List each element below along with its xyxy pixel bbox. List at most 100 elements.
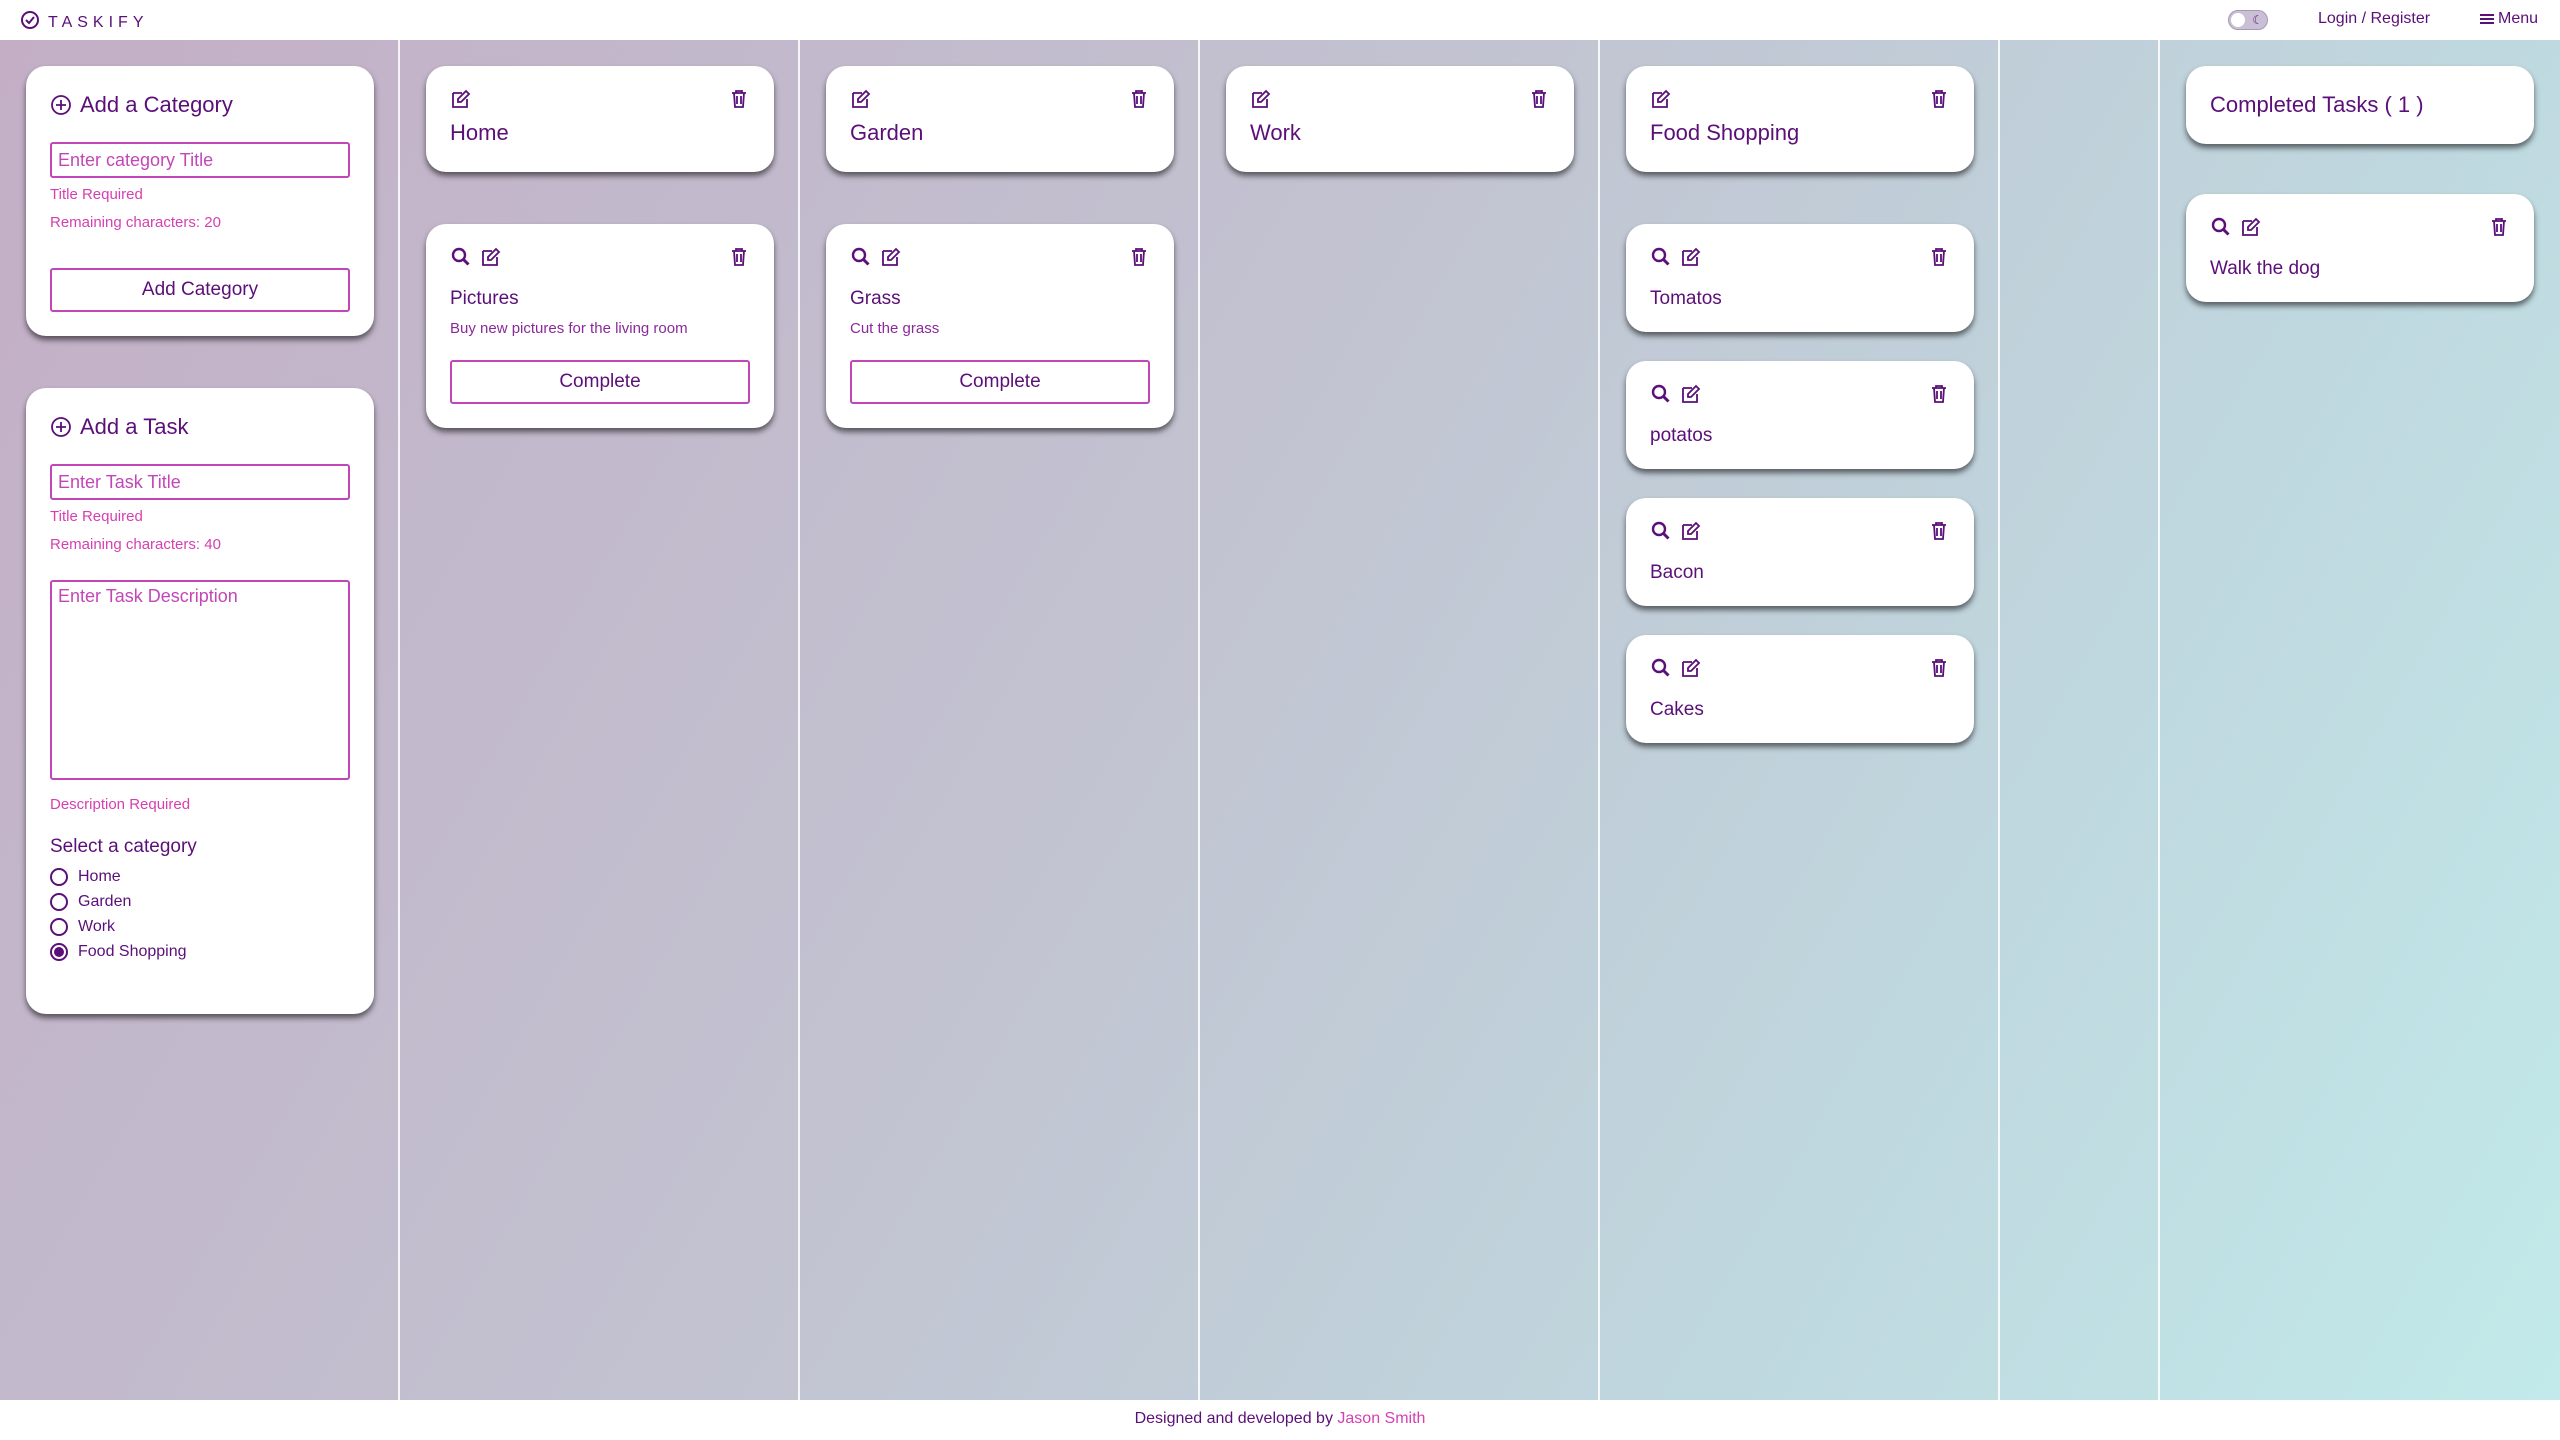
- task-card: Bacon: [1626, 498, 1974, 606]
- column-divider: [2158, 40, 2160, 1400]
- trash-icon[interactable]: [1928, 383, 1950, 405]
- trash-icon[interactable]: [1128, 88, 1150, 110]
- trash-icon[interactable]: [728, 88, 750, 110]
- completed-task-card: Walk the dog: [2186, 194, 2534, 302]
- add-task-card: Add a Task Title Required Remaining char…: [26, 388, 374, 1014]
- radio-label: Home: [78, 868, 121, 885]
- search-icon[interactable]: [1650, 520, 1672, 542]
- check-circle-icon: [20, 10, 40, 35]
- task-title: Pictures: [450, 288, 519, 309]
- column-divider: [1598, 40, 1600, 1400]
- edit-icon[interactable]: [1680, 657, 1702, 679]
- trash-icon[interactable]: [1528, 88, 1550, 110]
- toggle-knob: [2231, 13, 2245, 27]
- task-remaining-chars: Remaining characters: 40: [50, 536, 221, 553]
- task-card: Grass Cut the grass Complete: [826, 224, 1174, 428]
- logo-text: TASKIFY: [48, 13, 149, 31]
- search-icon[interactable]: [1650, 657, 1672, 679]
- trash-icon[interactable]: [1928, 657, 1950, 679]
- hamburger-icon: [2480, 12, 2494, 26]
- trash-icon[interactable]: [1128, 246, 1150, 268]
- edit-icon[interactable]: [1250, 88, 1272, 110]
- column-divider: [398, 40, 400, 1400]
- completed-tasks-title: Completed Tasks ( 1 ): [2210, 92, 2424, 117]
- radio-button[interactable]: [50, 893, 68, 911]
- task-title: potatos: [1650, 425, 1713, 446]
- edit-icon[interactable]: [1680, 520, 1702, 542]
- search-icon[interactable]: [2210, 216, 2232, 238]
- task-description: Buy new pictures for the living room: [450, 320, 688, 337]
- logo[interactable]: TASKIFY: [20, 10, 149, 35]
- edit-icon[interactable]: [2240, 216, 2262, 238]
- category-radio-work[interactable]: Work: [50, 918, 115, 936]
- completed-tasks-header: Completed Tasks ( 1 ): [2186, 66, 2534, 144]
- radio-button-selected[interactable]: [50, 943, 68, 961]
- complete-button[interactable]: Complete: [850, 360, 1150, 404]
- category-title: Food Shopping: [1650, 120, 1800, 145]
- trash-icon[interactable]: [728, 246, 750, 268]
- radio-button[interactable]: [50, 868, 68, 886]
- category-radio-home[interactable]: Home: [50, 868, 121, 886]
- add-category-button[interactable]: Add Category: [50, 268, 350, 312]
- plus-circle-icon: [50, 416, 72, 438]
- category-card-home: Home: [426, 66, 774, 172]
- task-description-error: Description Required: [50, 796, 191, 813]
- moon-icon: ☾: [2252, 13, 2263, 27]
- trash-icon[interactable]: [1928, 88, 1950, 110]
- radio-label: Food Shopping: [78, 943, 187, 960]
- search-icon[interactable]: [1650, 383, 1672, 405]
- task-description-input[interactable]: [50, 580, 350, 780]
- author-link[interactable]: Jason Smith: [1337, 1410, 1425, 1427]
- trash-icon[interactable]: [1928, 520, 1950, 542]
- task-title: Grass: [850, 288, 901, 309]
- add-category-title: Add a Category: [80, 92, 233, 117]
- category-title: Work: [1250, 120, 1301, 145]
- edit-icon[interactable]: [450, 88, 472, 110]
- edit-icon[interactable]: [1650, 88, 1672, 110]
- select-category-label: Select a category: [50, 836, 197, 857]
- task-title: Bacon: [1650, 562, 1704, 583]
- task-card: Pictures Buy new pictures for the living…: [426, 224, 774, 428]
- task-title: Walk the dog: [2210, 258, 2321, 279]
- column-divider: [1998, 40, 2000, 1400]
- task-card: Tomatos: [1626, 224, 1974, 332]
- search-icon[interactable]: [450, 246, 472, 268]
- task-title: Cakes: [1650, 699, 1704, 720]
- add-task-title: Add a Task: [80, 414, 189, 439]
- edit-icon[interactable]: [850, 88, 872, 110]
- menu-button[interactable]: Menu: [2480, 10, 2538, 28]
- menu-label: Menu: [2498, 10, 2539, 27]
- search-icon[interactable]: [1650, 246, 1672, 268]
- edit-icon[interactable]: [880, 246, 902, 268]
- radio-button[interactable]: [50, 918, 68, 936]
- category-title-input[interactable]: [50, 142, 350, 178]
- category-remaining-chars: Remaining characters: 20: [50, 214, 221, 231]
- category-card-garden: Garden: [826, 66, 1174, 172]
- plus-circle-icon: [50, 94, 72, 116]
- category-radio-garden[interactable]: Garden: [50, 893, 131, 911]
- complete-button[interactable]: Complete: [450, 360, 750, 404]
- task-board: Add a Category Title Required Remaining …: [0, 40, 2560, 1400]
- category-title: Garden: [850, 120, 924, 145]
- add-category-card: Add a Category Title Required Remaining …: [26, 66, 374, 336]
- column-divider: [798, 40, 800, 1400]
- search-icon[interactable]: [850, 246, 872, 268]
- trash-icon[interactable]: [1928, 246, 1950, 268]
- edit-icon[interactable]: [1680, 383, 1702, 405]
- radio-label: Garden: [78, 893, 132, 910]
- category-radio-food-shopping[interactable]: Food Shopping: [50, 943, 187, 961]
- category-card-work: Work: [1226, 66, 1574, 172]
- category-card-food-shopping: Food Shopping: [1626, 66, 1974, 172]
- top-bar: TASKIFY ☾ Login / Register Menu: [0, 0, 2560, 40]
- edit-icon[interactable]: [1680, 246, 1702, 268]
- footer-text: Designed and developed by: [1134, 1410, 1333, 1427]
- trash-icon[interactable]: [2488, 216, 2510, 238]
- task-title-input[interactable]: [50, 464, 350, 500]
- edit-icon[interactable]: [480, 246, 502, 268]
- category-title: Home: [450, 120, 509, 145]
- radio-label: Work: [78, 918, 116, 935]
- theme-toggle[interactable]: ☾: [2228, 10, 2268, 30]
- task-card: Cakes: [1626, 635, 1974, 743]
- login-register-link[interactable]: Login / Register: [2318, 10, 2430, 28]
- task-title-error: Title Required: [50, 508, 143, 525]
